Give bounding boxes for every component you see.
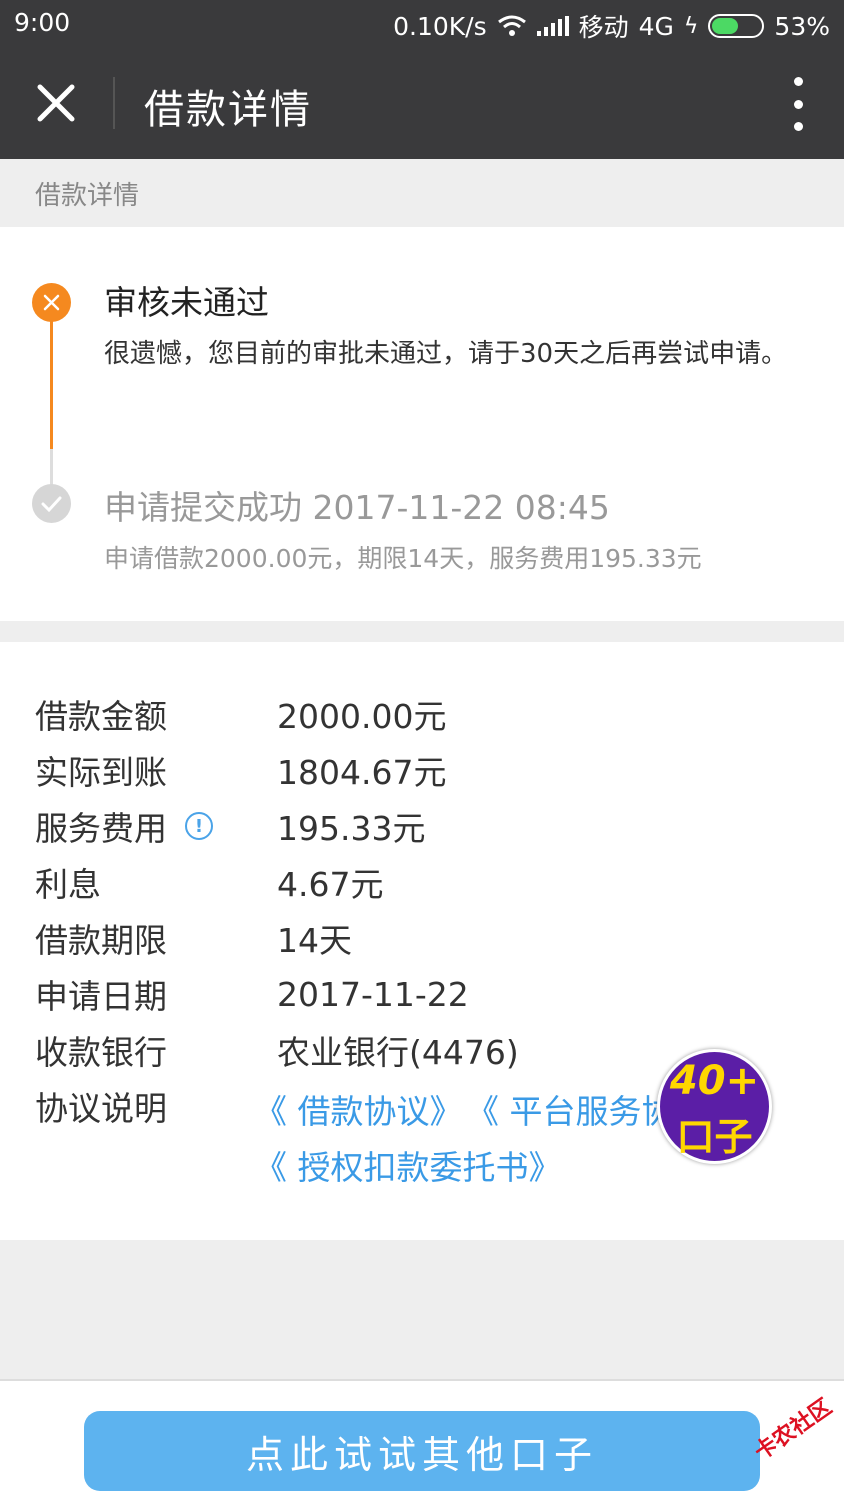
page-title: 借款详情 bbox=[144, 87, 312, 133]
detail-value: 2000.00元 bbox=[277, 697, 447, 736]
timeline-rejected-desc: 很遗憾，您目前的审批未通过，请于30天之后再尝试申请。 bbox=[104, 339, 788, 369]
detail-row-apply-date: 申请日期 2017-11-22 bbox=[35, 969, 469, 1019]
detail-row-amount: 借款金额 2000.00元 bbox=[35, 689, 446, 739]
promo-badge[interactable]: 40+ 口子 bbox=[657, 1049, 772, 1164]
detail-row-term: 借款期限 14天 bbox=[35, 913, 352, 963]
timeline-submitted-title: 申请提交成功 2017-11-22 08:45 bbox=[104, 488, 610, 527]
info-icon[interactable]: ! bbox=[185, 812, 213, 840]
detail-label: 借款期限 bbox=[35, 921, 167, 960]
title-bar: 借款详情 bbox=[0, 47, 844, 159]
status-timeline: 审核未通过 很遗憾，您目前的审批未通过，请于30天之后再尝试申请。 申请提交成功… bbox=[0, 227, 844, 621]
more-menu-button[interactable] bbox=[788, 77, 808, 131]
status-indicators: 0.10K/s 移动 4G ϟ 53% bbox=[393, 8, 830, 44]
status-time: 9:00 bbox=[14, 8, 71, 37]
detail-value: 2017-11-22 bbox=[277, 974, 469, 1014]
signal-icon bbox=[536, 16, 569, 36]
detail-label: 申请日期 bbox=[35, 977, 167, 1016]
more-vertical-icon bbox=[793, 77, 803, 86]
charging-icon: ϟ bbox=[683, 13, 699, 39]
detail-value: 195.33元 bbox=[277, 809, 426, 848]
detail-label: 实际到账 bbox=[35, 753, 167, 792]
detail-label: 协议说明 bbox=[35, 1089, 167, 1128]
detail-label: 服务费用 bbox=[35, 809, 167, 848]
detail-value: 14天 bbox=[277, 921, 352, 960]
detail-value: 1804.67元 bbox=[277, 753, 447, 792]
close-icon bbox=[37, 84, 75, 122]
detail-row-received: 实际到账 1804.67元 bbox=[35, 745, 446, 795]
detail-label: 利息 bbox=[35, 865, 101, 904]
platform-service-link[interactable]: 《 平台服务协 bbox=[466, 1085, 675, 1133]
network-type: 4G bbox=[638, 11, 674, 41]
detail-row-bank: 收款银行 农业银行(4476) bbox=[35, 1025, 519, 1075]
network-speed: 0.10K/s bbox=[393, 11, 487, 41]
try-other-loans-button[interactable]: 点此试试其他口子 bbox=[84, 1411, 760, 1491]
detail-row-agreements: 协议说明 bbox=[35, 1081, 277, 1131]
rejected-icon bbox=[32, 283, 71, 322]
detail-value: 4.67元 bbox=[277, 865, 384, 904]
debit-authorization-link[interactable]: 《 授权扣款委托书》 bbox=[254, 1141, 562, 1189]
timeline-rejected-title: 审核未通过 bbox=[104, 283, 269, 322]
detail-label-wrap: 服务费用 ! bbox=[35, 802, 277, 850]
timeline-line-inactive bbox=[50, 449, 53, 489]
bottom-bar: 点此试试其他口子 bbox=[0, 1379, 844, 1500]
carrier-label: 移动 bbox=[578, 13, 629, 42]
detail-value: 农业银行(4476) bbox=[277, 1033, 519, 1072]
loan-agreement-link[interactable]: 《 借款协议》 bbox=[254, 1085, 463, 1133]
close-button[interactable] bbox=[28, 75, 84, 131]
section-label: 借款详情 bbox=[35, 181, 140, 211]
check-icon bbox=[32, 484, 71, 523]
timeline-line-active bbox=[50, 319, 53, 449]
timeline-submitted-desc: 申请借款2000.00元，期限14天，服务费用195.33元 bbox=[104, 544, 702, 573]
battery-icon bbox=[708, 14, 765, 38]
badge-label: 口子 bbox=[676, 1115, 753, 1159]
status-bar: 9:00 0.10K/s 移动 4G ϟ 53% bbox=[0, 0, 844, 47]
detail-label: 借款金额 bbox=[35, 697, 167, 736]
badge-count: 40+ bbox=[669, 1058, 760, 1104]
detail-row-interest: 利息 4.67元 bbox=[35, 857, 383, 907]
detail-row-service-fee: 服务费用 ! 195.33元 bbox=[35, 801, 425, 851]
battery-percent: 53% bbox=[774, 11, 830, 41]
title-divider bbox=[113, 77, 115, 129]
wifi-icon bbox=[497, 15, 526, 36]
detail-label: 收款银行 bbox=[35, 1033, 167, 1072]
